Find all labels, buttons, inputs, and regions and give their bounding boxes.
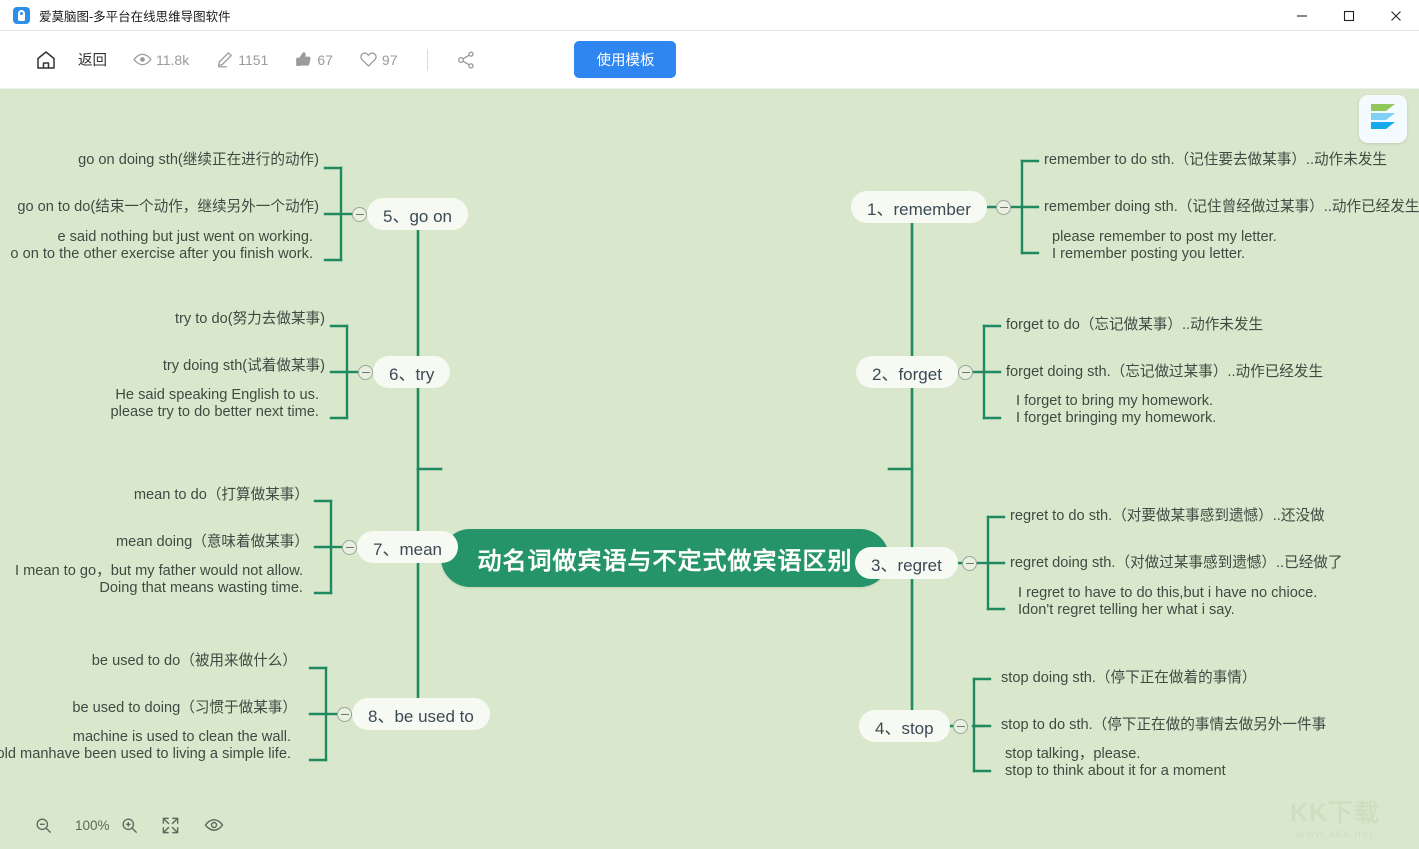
leaf-line-2: I remember posting you letter. xyxy=(1052,246,1246,262)
leaf-line-2: o on to the other exercise after you fin… xyxy=(10,246,313,262)
branch-node-be-used-to[interactable]: 8、be used to xyxy=(352,698,490,730)
collapse-toggle-mean[interactable] xyxy=(342,540,357,555)
collapse-toggle-regret[interactable] xyxy=(962,556,977,571)
branch-node-go-on[interactable]: 5、go on xyxy=(367,198,468,230)
share-icon[interactable] xyxy=(456,50,476,70)
leaf-stop-2[interactable]: stop to do sth.（停下正在做的事情去做另外一件事 xyxy=(1001,717,1326,734)
leaf-line-1: I regret to have to do this,but i have n… xyxy=(1018,585,1318,601)
brand-logo-icon xyxy=(1359,95,1407,143)
leaf-line-1: stop talking，please. xyxy=(1005,746,1141,762)
stat-views: 11.8k xyxy=(133,50,189,69)
leaf-regret-2[interactable]: regret doing sth.（对做过某事感到遗憾）..已经做了 xyxy=(1010,555,1342,572)
collapse-toggle-be-used-to[interactable] xyxy=(337,707,352,722)
branch-node-mean[interactable]: 7、mean xyxy=(357,531,458,563)
top-toolbar: 返回 11.8k 1151 67 97 使用模板 xyxy=(0,31,1419,89)
leaf-line-2: stop to think about it for a moment xyxy=(1005,763,1226,779)
leaf-stop-1[interactable]: stop doing sth.（停下正在做着的事情） xyxy=(1001,670,1256,687)
leaf-line-1: please remember to post my letter. xyxy=(1052,229,1277,245)
leaf-line-1: I forget to bring my homework. xyxy=(1016,393,1214,409)
leaf-line-1: machine is used to clean the wall. xyxy=(72,729,291,745)
leaf-try-3[interactable]: He said speaking English to us. please t… xyxy=(111,387,319,421)
stat-views-value: 11.8k xyxy=(156,51,190,68)
app-window: 爱莫脑图-多平台在线思维导图软件 返回 11.8k 1151 67 97 使用模… xyxy=(0,0,1419,849)
leaf-forget-3[interactable]: I forget to bring my homework. I forget … xyxy=(1016,393,1216,427)
leaf-stop-3[interactable]: stop talking，please. stop to think about… xyxy=(1005,746,1226,780)
leaf-line-1: I mean to go，but my father would not all… xyxy=(15,563,303,579)
toolbar-divider xyxy=(427,48,429,71)
leaf-go-on-1[interactable]: go on doing sth(继续正在进行的动作) xyxy=(78,152,319,169)
leaf-mean-1[interactable]: mean to do（打算做某事） xyxy=(134,487,309,504)
stat-likes-value: 67 xyxy=(317,51,333,68)
fit-screen-icon[interactable] xyxy=(161,816,180,835)
stat-edits-value: 1151 xyxy=(238,51,269,68)
branch-node-try[interactable]: 6、try xyxy=(373,356,451,388)
back-button[interactable]: 返回 xyxy=(78,49,107,70)
leaf-remember-1[interactable]: remember to do sth.（记住要去做某事）..动作未发生 xyxy=(1044,152,1387,169)
eye-icon xyxy=(133,53,152,66)
leaf-forget-2[interactable]: forget doing sth.（忘记做过某事）..动作已经发生 xyxy=(1006,364,1323,381)
zoom-out-icon[interactable] xyxy=(34,816,53,835)
center-node[interactable]: 动名词做宾语与不定式做宾语区别 xyxy=(441,529,889,587)
heart-icon xyxy=(360,52,377,67)
leaf-mean-3[interactable]: I mean to go，but my father would not all… xyxy=(15,563,303,597)
stat-edits: 1151 xyxy=(215,50,268,69)
branch-node-forget[interactable]: 2、forget xyxy=(856,356,958,388)
stat-likes[interactable]: 67 xyxy=(294,50,333,69)
collapse-toggle-forget[interactable] xyxy=(958,365,973,380)
thumbs-up-icon xyxy=(296,52,311,67)
leaf-be-used-to-3[interactable]: machine is used to clean the wall. old m… xyxy=(0,729,291,763)
minimize-icon[interactable] xyxy=(1278,0,1325,31)
leaf-line-2: Idon't regret telling her what i say. xyxy=(1018,602,1235,618)
leaf-try-2[interactable]: try doing sth(试着做某事) xyxy=(163,358,325,375)
leaf-forget-1[interactable]: forget to do（忘记做某事）..动作未发生 xyxy=(1006,317,1263,334)
leaf-line-1: e said nothing but just went on working. xyxy=(57,229,313,245)
leaf-remember-2[interactable]: remember doing sth.（记住曾经做过某事）..动作已经发生 xyxy=(1044,199,1419,216)
collapse-toggle-stop[interactable] xyxy=(953,719,968,734)
branch-node-regret[interactable]: 3、regret xyxy=(855,547,958,579)
home-icon[interactable] xyxy=(32,46,60,74)
leaf-go-on-3[interactable]: e said nothing but just went on working.… xyxy=(10,229,313,263)
title-bar: 爱莫脑图-多平台在线思维导图软件 xyxy=(0,0,1419,31)
leaf-mean-2[interactable]: mean doing（意味着做某事） xyxy=(116,534,309,551)
use-template-button[interactable]: 使用模板 xyxy=(574,41,677,78)
window-controls xyxy=(1278,0,1419,31)
leaf-try-1[interactable]: try to do(努力去做某事) xyxy=(175,311,325,328)
close-icon[interactable] xyxy=(1372,0,1419,31)
leaf-line-2: I forget bringing my homework. xyxy=(1016,410,1217,426)
app-logo-icon xyxy=(13,6,30,24)
collapse-toggle-remember[interactable] xyxy=(996,200,1011,215)
collapse-toggle-go-on[interactable] xyxy=(352,207,367,222)
leaf-line-2: old manhave been used to living a simple… xyxy=(0,746,291,762)
maximize-icon[interactable] xyxy=(1325,0,1372,31)
branch-node-stop[interactable]: 4、stop xyxy=(859,710,950,742)
window-title: 爱莫脑图-多平台在线思维导图软件 xyxy=(39,9,231,24)
preview-eye-icon[interactable] xyxy=(204,815,224,835)
leaf-be-used-to-1[interactable]: be used to do（被用来做什么） xyxy=(92,653,297,670)
leaf-line-1: He said speaking English to us. xyxy=(115,387,319,403)
zoom-level-label: 100% xyxy=(75,817,110,833)
zoom-in-icon[interactable] xyxy=(120,816,139,835)
stat-favorites-value: 97 xyxy=(381,51,398,68)
pencil-icon xyxy=(218,52,233,68)
collapse-toggle-try[interactable] xyxy=(358,365,373,380)
branch-node-remember[interactable]: 1、remember xyxy=(851,191,987,223)
leaf-line-2: please try to do better next time. xyxy=(110,404,319,420)
bottom-toolbar: 100% xyxy=(0,801,1419,849)
leaf-remember-3[interactable]: please remember to post my letter. I rem… xyxy=(1052,229,1277,263)
leaf-go-on-2[interactable]: go on to do(结束一个动作，继续另外一个动作) xyxy=(17,199,319,216)
leaf-regret-3[interactable]: I regret to have to do this,but i have n… xyxy=(1018,585,1317,619)
leaf-line-2: Doing that means wasting time. xyxy=(99,580,303,596)
leaf-regret-1[interactable]: regret to do sth.（对要做某事感到遗憾）..还没做 xyxy=(1010,508,1325,525)
leaf-be-used-to-2[interactable]: be used to doing（习惯于做某事） xyxy=(72,700,297,717)
mindmap-canvas[interactable]: 动名词做宾语与不定式做宾语区别 1、remember 2、forget 3、re… xyxy=(0,89,1419,849)
stat-favorites[interactable]: 97 xyxy=(359,50,398,69)
